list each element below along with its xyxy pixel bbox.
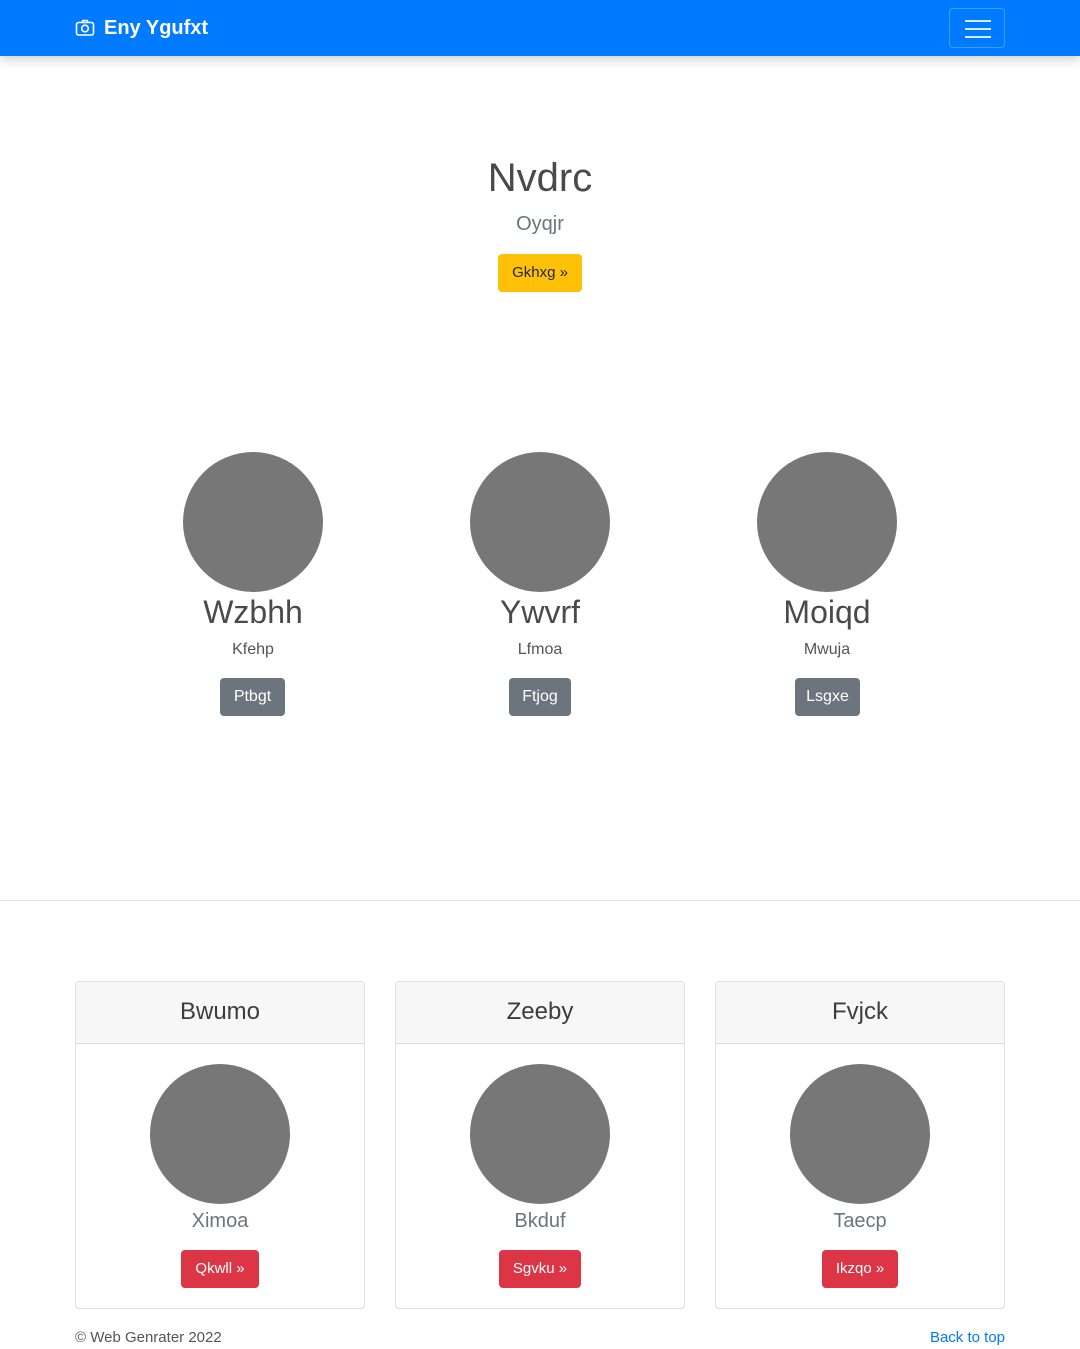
card: Bwumo Ximoa Qkwll »	[75, 981, 365, 1309]
feature-title: Moiqd	[783, 594, 871, 630]
feature-image-placeholder	[757, 452, 897, 592]
card-text: Ximoa	[191, 1210, 249, 1232]
feature-text: Lfmoa	[517, 641, 563, 658]
card-header: Fvjck	[716, 982, 1004, 1044]
hero-lead: Oyqjr	[516, 213, 564, 235]
navbar-toggler-button[interactable]	[949, 8, 1005, 48]
back-to-top-link[interactable]: Back to top	[930, 1328, 1005, 1348]
feature-image-placeholder	[470, 452, 610, 592]
card-text: Bkduf	[514, 1210, 566, 1232]
feature-title: Wzbhh	[203, 594, 303, 630]
feature-button[interactable]: Ftjog	[509, 678, 571, 716]
camera-icon	[75, 18, 95, 38]
card: Fvjck Taecp Ikzqo »	[715, 981, 1005, 1309]
feature-image-placeholder	[183, 452, 323, 592]
brand-link[interactable]: Eny Ygufxt	[75, 14, 208, 42]
feature-text: Mwuja	[803, 641, 851, 658]
card-button[interactable]: Qkwll »	[181, 1250, 259, 1288]
card: Zeeby Bkduf Sgvku »	[395, 981, 685, 1309]
card-button[interactable]: Ikzqo »	[822, 1250, 898, 1288]
feature-title: Ywvrf	[500, 594, 580, 630]
card-header: Zeeby	[396, 982, 684, 1044]
navbar: Eny Ygufxt	[0, 0, 1080, 56]
feature-button[interactable]: Ptbgt	[220, 678, 285, 716]
card-header: Bwumo	[76, 982, 364, 1044]
hero-section: Nvdrc Oyqjr Gkhxg »	[0, 56, 1080, 356]
hero-title: Nvdrc	[487, 156, 593, 200]
section-divider	[0, 900, 1080, 901]
card-image-placeholder	[790, 1064, 930, 1204]
feature-text: Kfehp	[232, 641, 274, 658]
feature-button[interactable]: Lsgxe	[795, 678, 860, 716]
brand-label: Eny Ygufxt	[104, 16, 209, 39]
card-button[interactable]: Sgvku »	[499, 1250, 581, 1288]
card-text: Taecp	[833, 1210, 887, 1232]
card-image-placeholder	[150, 1064, 290, 1204]
footer-copyright: © Web Genrater 2022	[75, 1329, 222, 1346]
hero-button[interactable]: Gkhxg »	[498, 254, 582, 292]
card-image-placeholder	[470, 1064, 610, 1204]
